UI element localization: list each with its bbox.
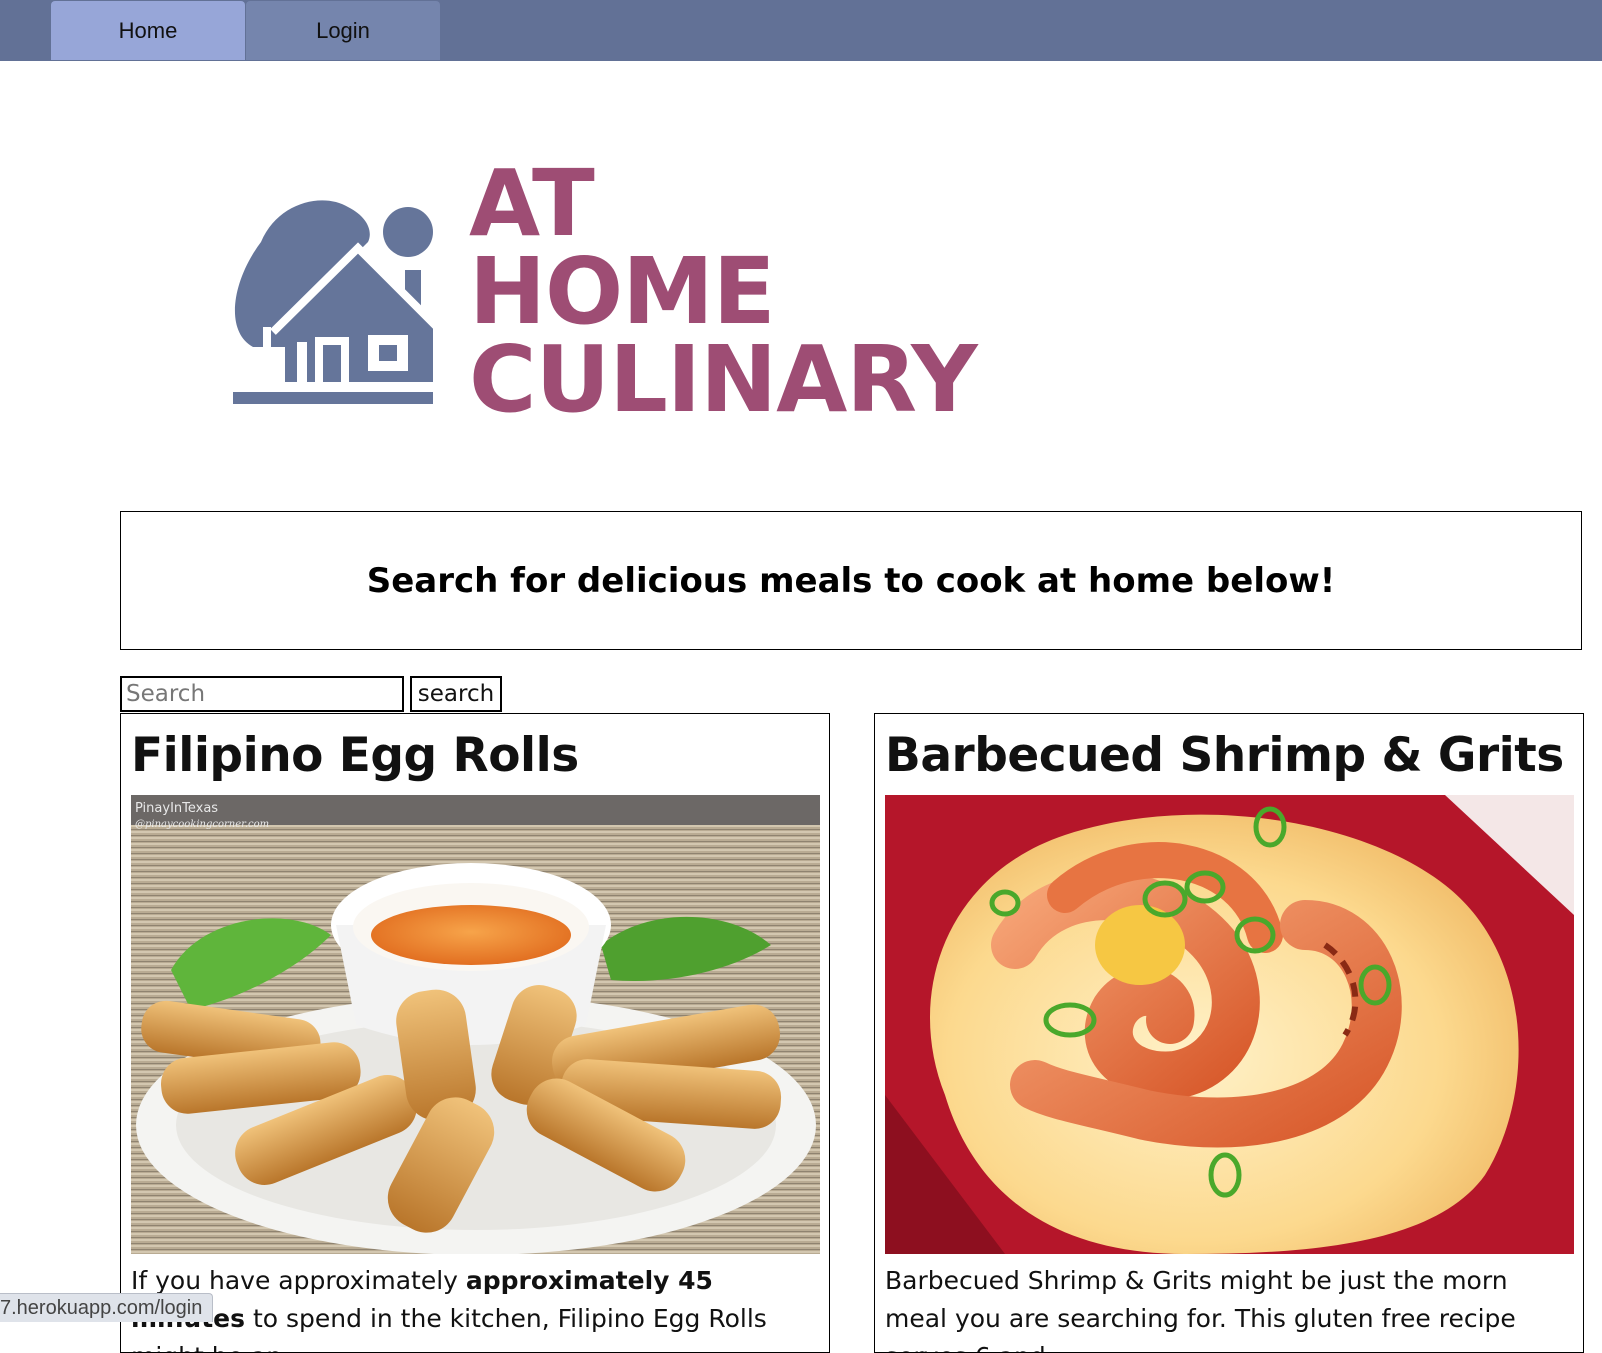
recipe-image[interactable]: PinayInTexas @pinaycookingcorner.com [131, 795, 820, 1254]
svg-text:@pinaycookingcorner.com: @pinaycookingcorner.com [135, 819, 269, 830]
nav-home-tab[interactable]: Home [51, 1, 245, 60]
recipe-description: If you have approximately approximately … [131, 1266, 767, 1352]
recipe-card[interactable]: Filipino Egg Rolls PinayInTexas @pinayco… [120, 713, 830, 1353]
nav-login-tab[interactable]: Login [246, 1, 440, 60]
site-logo: AT HOME CULINARY [233, 150, 1023, 433]
recipe-image[interactable] [885, 795, 1574, 1254]
image-watermark: PinayInTexas [135, 801, 218, 816]
top-nav: Home Login [0, 0, 1602, 61]
search-button[interactable]: search [410, 676, 502, 712]
recipe-title[interactable]: Filipino Egg Rolls [131, 728, 579, 783]
house-logo-icon [233, 200, 441, 404]
search-input[interactable] [120, 676, 404, 712]
recipe-description: Barbecued Shrimp & Grits might be just t… [885, 1266, 1516, 1352]
status-bar-url: 7.herokuapp.com/login [0, 1293, 214, 1322]
banner-heading: Search for delicious meals to cook at ho… [366, 560, 1336, 601]
logo-wordmark: AT HOME CULINARY [469, 150, 978, 433]
search-banner: Search for delicious meals to cook at ho… [120, 511, 1582, 650]
recipe-title[interactable]: Barbecued Shrimp & Grits [885, 728, 1564, 783]
recipe-card[interactable]: Barbecued Shrimp & Grits Barbecued Shrim… [874, 713, 1584, 1353]
